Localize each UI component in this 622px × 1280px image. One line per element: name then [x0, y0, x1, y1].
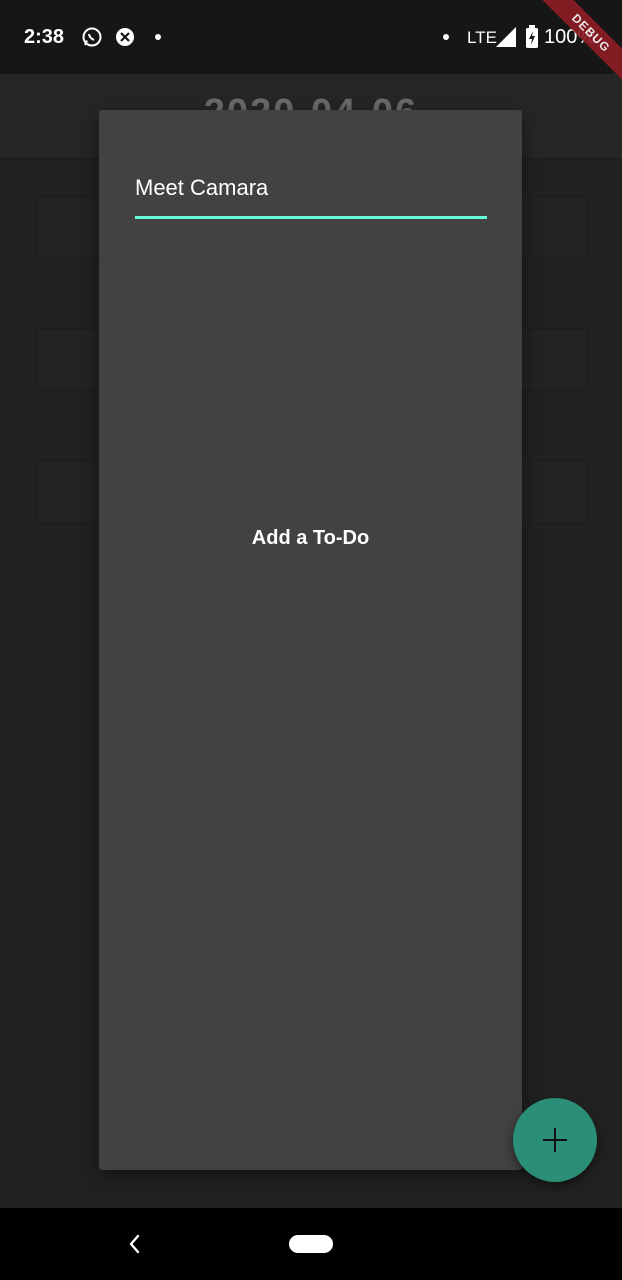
status-time: 2:38: [24, 26, 65, 48]
network-type: LTE: [467, 28, 497, 47]
screen: 2020-04-06 2:38 LTE 100% DEBUG Add a: [0, 0, 622, 1280]
battery-charging-icon: [526, 25, 538, 48]
whatsapp-icon: [82, 27, 102, 47]
signal-icon: [496, 27, 516, 47]
status-bar: 2:38 LTE 100%: [0, 0, 622, 74]
add-todo-button[interactable]: Add a To-Do: [99, 527, 522, 550]
add-fab-button[interactable]: [513, 1098, 597, 1182]
todo-title-input[interactable]: [135, 160, 487, 219]
plus-icon: [543, 1128, 567, 1152]
app-notification-icon: [116, 28, 134, 46]
notification-dot-icon: [155, 34, 161, 40]
home-pill-icon[interactable]: [289, 1235, 333, 1253]
add-todo-dialog: Add a To-Do: [99, 110, 522, 1170]
notification-dot-icon: [443, 34, 449, 40]
back-chevron-icon[interactable]: [124, 1230, 144, 1258]
